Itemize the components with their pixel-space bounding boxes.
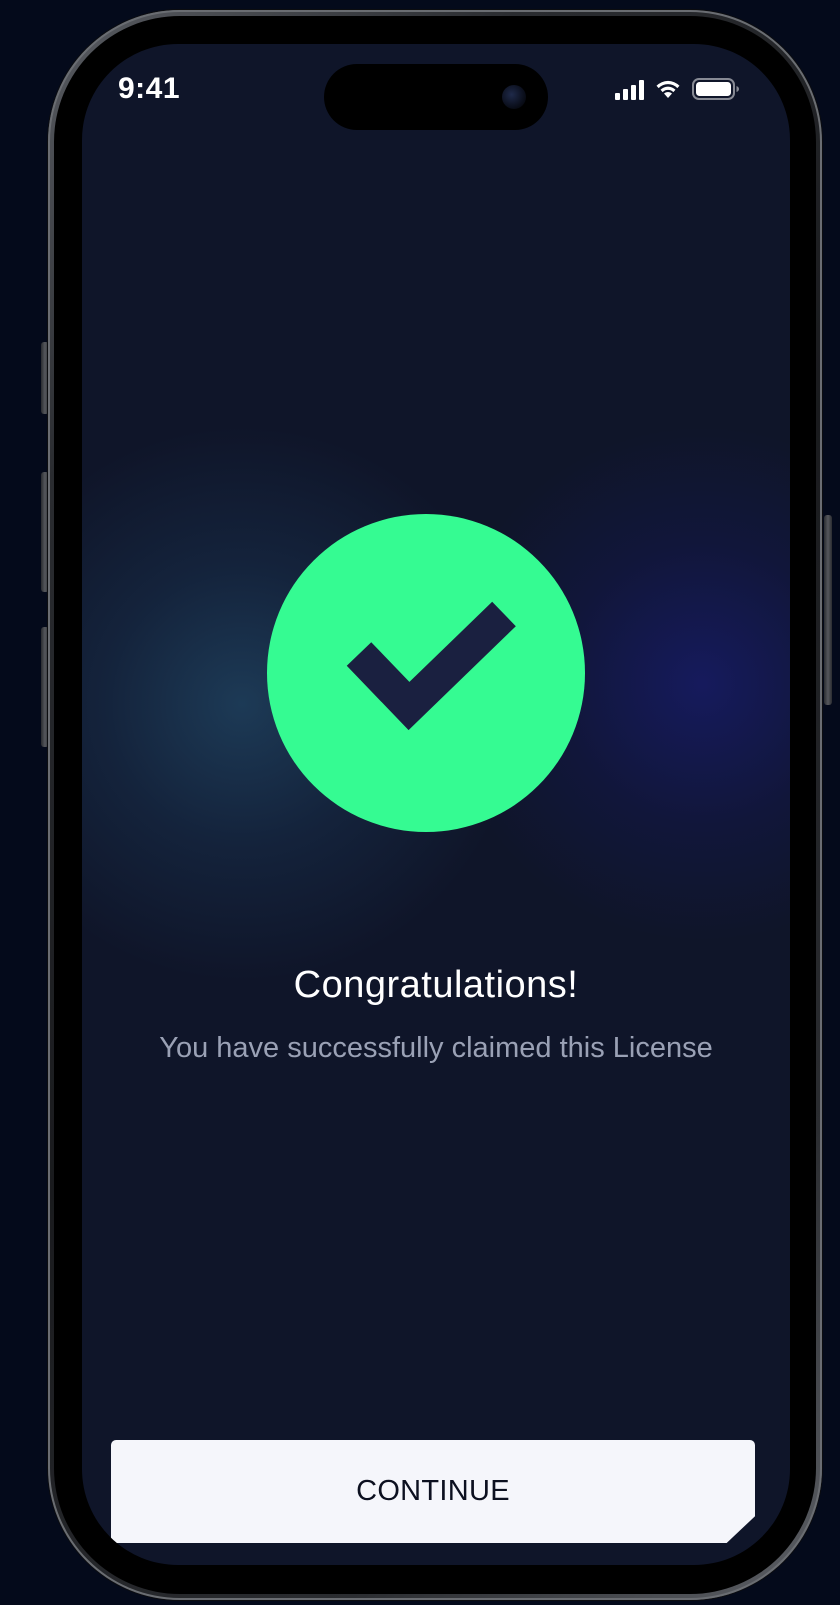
checkmark-icon — [346, 601, 516, 731]
signal-icon — [615, 80, 644, 100]
battery-icon — [692, 78, 740, 100]
continue-button[interactable]: CONTINUE — [111, 1440, 755, 1543]
wifi-icon — [654, 78, 682, 100]
status-icons — [615, 78, 740, 100]
continue-button-label: CONTINUE — [356, 1475, 510, 1507]
power-button — [824, 515, 832, 705]
success-title: Congratulations! — [293, 964, 579, 1006]
success-message: You have successfully claimed this Licen… — [159, 1032, 713, 1064]
status-time: 9:41 — [118, 72, 181, 105]
front-camera-icon — [502, 85, 526, 109]
phone-screen: 9:41 Congratulations! You have successfu… — [82, 44, 790, 1565]
dynamic-island — [324, 64, 548, 130]
success-badge — [267, 514, 585, 832]
device-stage: 9:41 Congratulations! You have successfu… — [0, 0, 840, 1605]
